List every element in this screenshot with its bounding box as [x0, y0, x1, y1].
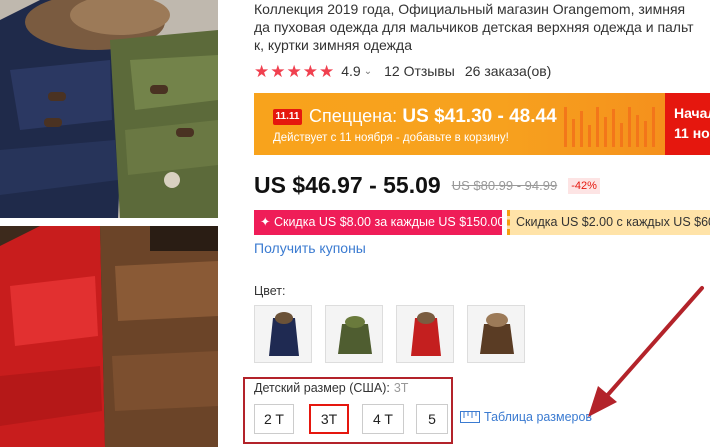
product-title: Коллекция 2019 года, Официальный магазин… — [254, 0, 710, 54]
size-option-5[interactable]: 5 — [416, 404, 448, 434]
sale-badge: 11.11 — [273, 109, 302, 125]
reviews-link[interactable]: 12 Отзывы — [384, 63, 455, 79]
color-swatch-green[interactable] — [325, 305, 383, 363]
star-icon: ★ — [270, 61, 286, 81]
chevron-down-icon[interactable]: ⌄ — [364, 66, 372, 77]
color-swatch-navy[interactable] — [254, 305, 312, 363]
get-coupons-link[interactable]: Получить купоны — [254, 240, 366, 256]
select-coupon[interactable]: Скидка US $2.00 с каждых US $60 — [507, 210, 710, 235]
size-options: 2 T 3T 4 T 5 — [254, 404, 448, 434]
promo-price-value: US $41.30 - 48.44 — [402, 106, 557, 127]
promo-start-line: 11 но — [674, 125, 710, 141]
color-swatches — [254, 305, 525, 363]
size-label: Детский размер (США): — [254, 381, 390, 395]
promo-start-panel: Начал 11 но — [665, 93, 710, 155]
ruler-icon — [460, 411, 480, 423]
size-chart-label[interactable]: Таблица размеров — [484, 410, 592, 424]
promo-label: Спеццена: — [309, 106, 398, 126]
promo-start-line: Начал — [674, 105, 710, 121]
store-coupon[interactable]: ✦ Скидка US $8.00 за каждые US $150.00 — [254, 210, 504, 235]
rating-value[interactable]: 4.9 — [341, 63, 360, 79]
color-swatch-red[interactable] — [396, 305, 454, 363]
promo-price: Спеццена: US $41.30 - 48.44 — [309, 104, 557, 129]
product-title-line: да пуховая одежда для мальчиков детская … — [254, 19, 694, 35]
price-row: US $46.97 - 55.09 US $80.99 - 94.99 -42% — [254, 172, 600, 199]
orders-count: 26 заказа(ов) — [464, 63, 552, 79]
color-label: Цвет: — [254, 284, 286, 298]
star-icon: ★ — [254, 61, 270, 81]
product-title-line: к, куртки зимняя одежда — [254, 37, 412, 53]
selected-size: 3T — [393, 381, 409, 395]
product-secondary-image[interactable] — [0, 226, 218, 447]
size-label-row: Детский размер (США): 3T — [254, 381, 408, 395]
size-chart-link[interactable]: Таблица размеров — [460, 410, 592, 424]
old-price: US $80.99 - 94.99 — [451, 178, 558, 193]
star-icon: ★ — [302, 61, 318, 81]
promo-banner[interactable]: 11.11 Спеццена: US $41.30 - 48.44 Действ… — [254, 93, 710, 155]
coupon-row: ✦ Скидка US $8.00 за каждые US $150.00 С… — [254, 210, 710, 235]
discount-badge: -42% — [568, 177, 600, 194]
size-option-4t[interactable]: 4 T — [362, 404, 404, 434]
star-icon: ★ — [319, 61, 335, 81]
product-main-image[interactable] — [0, 0, 218, 218]
rating-stars[interactable]: ★ ★ ★ ★ ★ — [254, 63, 334, 80]
promo-subtitle: Действует с 11 ноября - добавьте в корзи… — [273, 132, 509, 144]
star-icon: ★ — [286, 61, 302, 81]
product-title-line: Коллекция 2019 года, Официальный магазин… — [254, 1, 686, 17]
size-option-3t[interactable]: 3T — [309, 404, 349, 434]
size-option-2t[interactable]: 2 T — [254, 404, 294, 434]
color-swatch-brown[interactable] — [467, 305, 525, 363]
current-price: US $46.97 - 55.09 — [254, 172, 441, 198]
rating-row: ★ ★ ★ ★ ★ 4.9 ⌄ 12 Отзывы 26 заказа(ов) — [254, 61, 551, 81]
